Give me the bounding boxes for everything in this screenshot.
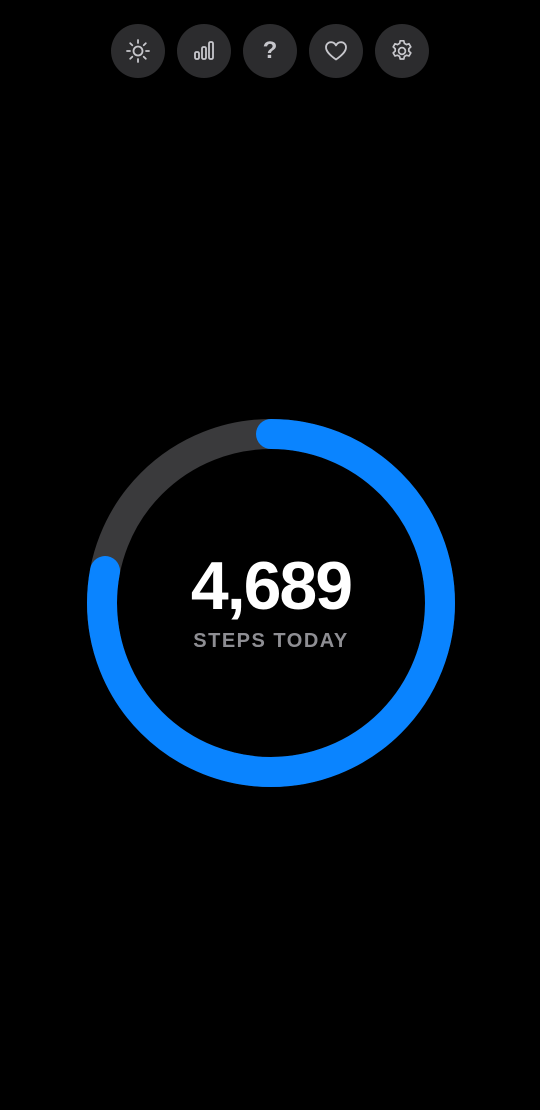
help-button[interactable]: ?	[243, 24, 297, 78]
step-count: 4,689	[190, 547, 353, 624]
favorites-button[interactable]	[309, 24, 363, 78]
gear-icon	[392, 39, 412, 60]
settings-button[interactable]	[375, 24, 429, 78]
bar-chart-icon	[194, 41, 214, 60]
help-icon: ?	[262, 37, 278, 64]
brightness-button[interactable]	[111, 24, 165, 78]
heart-icon	[325, 41, 347, 61]
step-summary: 4,689 STEPS TODAY	[86, 418, 456, 788]
top-toolbar: ?	[0, 24, 540, 78]
sun-icon	[126, 39, 150, 63]
stats-button[interactable]	[177, 24, 231, 78]
step-progress-ring: 4,689 STEPS TODAY	[86, 418, 456, 788]
steps-label: STEPS TODAY	[193, 629, 349, 652]
